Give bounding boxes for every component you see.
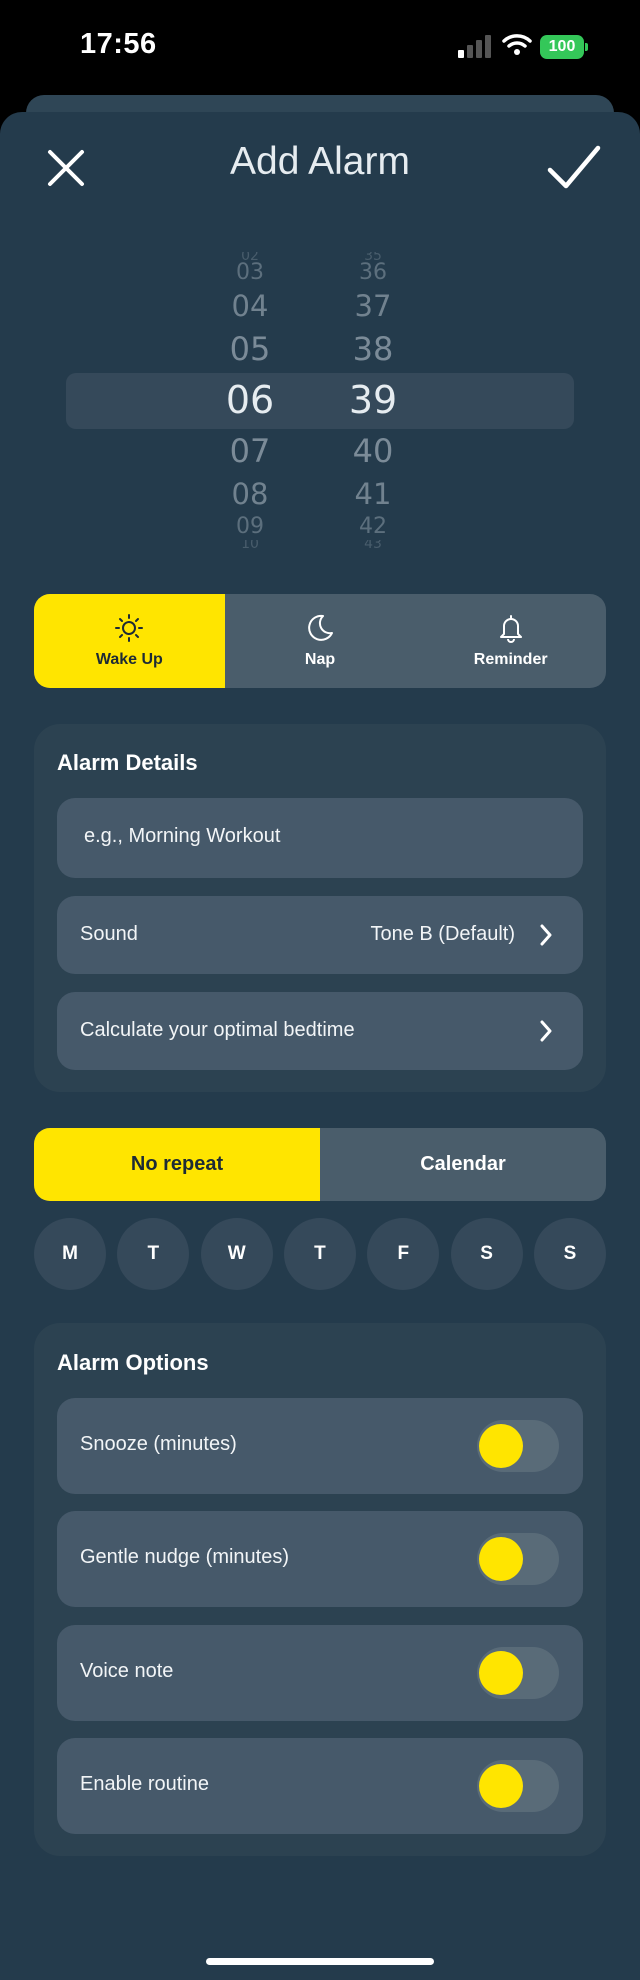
minute-option[interactable]: 35 <box>323 252 423 260</box>
hour-option[interactable]: 09 <box>200 514 300 540</box>
bell-icon <box>499 615 522 643</box>
calendar-option[interactable]: Calendar <box>320 1128 606 1201</box>
minute-option[interactable]: 41 <box>323 474 423 514</box>
sound-label: Sound <box>80 923 138 945</box>
alarm-name-field[interactable]: e.g., Morning Workout <box>57 798 583 878</box>
weekday-selector: M T W T F S S <box>34 1218 606 1290</box>
mode-label: Wake Up <box>95 651 163 668</box>
minute-option[interactable]: 39 <box>323 372 423 428</box>
enable-routine-row: Enable routine <box>57 1738 583 1834</box>
alarm-details-card: Alarm Details e.g., Morning Workout Soun… <box>34 724 606 1092</box>
chevron-right-icon <box>540 1020 552 1042</box>
status-time: 17:56 <box>80 28 157 60</box>
hour-option[interactable]: 08 <box>200 474 300 514</box>
toggle-knob <box>479 1424 523 1468</box>
moon-icon <box>308 614 333 641</box>
battery-indicator: 100 <box>540 35 584 59</box>
day-friday[interactable]: F <box>367 1218 440 1290</box>
voice-note-row: Voice note <box>57 1625 583 1721</box>
alarm-name-placeholder: e.g., Morning Workout <box>84 825 281 847</box>
option-label: Enable routine <box>80 1773 209 1795</box>
alarm-options-title: Alarm Options <box>57 1350 209 1375</box>
sound-row[interactable]: Sound Tone B (Default) <box>57 896 583 974</box>
mode-nap[interactable]: Nap <box>225 594 416 688</box>
bedtime-label: Calculate your optimal bedtime <box>80 1019 355 1041</box>
home-indicator <box>206 1958 434 1965</box>
mode-reminder[interactable]: Reminder <box>415 594 606 688</box>
minute-option[interactable]: 42 <box>323 514 423 540</box>
alarm-options-card: Alarm Options Snooze (minutes) Gentle nu… <box>34 1323 606 1856</box>
hour-option[interactable]: 06 <box>200 372 300 428</box>
hour-option[interactable]: 04 <box>200 286 300 326</box>
snooze-toggle[interactable] <box>477 1420 559 1472</box>
wifi-icon <box>502 34 532 55</box>
day-thursday[interactable]: T <box>283 1218 356 1290</box>
hour-option[interactable]: 10 <box>200 540 300 548</box>
hour-option[interactable]: 05 <box>200 326 300 372</box>
day-sunday[interactable]: S <box>533 1218 606 1290</box>
time-picker-selection-band <box>66 373 574 429</box>
minute-option[interactable]: 36 <box>323 260 423 286</box>
mode-label: Reminder <box>473 651 548 668</box>
no-repeat-option[interactable]: No repeat <box>34 1128 320 1201</box>
chevron-right-icon <box>540 924 552 946</box>
checkmark-icon[interactable] <box>546 144 602 192</box>
status-bar: 17:56 100 <box>0 0 640 95</box>
minute-option[interactable]: 40 <box>323 428 423 474</box>
minute-wheel[interactable]: 35 36 37 38 39 40 41 42 43 <box>323 252 423 548</box>
toggle-knob <box>479 1651 523 1695</box>
hour-wheel[interactable]: 02 03 04 05 06 07 08 09 10 <box>200 252 300 548</box>
option-label: Voice note <box>80 1660 174 1682</box>
alarm-type-selector: Wake Up Nap Reminder <box>34 594 606 688</box>
day-tuesday[interactable]: T <box>117 1218 190 1290</box>
sun-icon <box>115 614 144 642</box>
gentle-nudge-toggle[interactable] <box>477 1533 559 1585</box>
cellular-signal-icon <box>458 34 492 58</box>
voice-note-toggle[interactable] <box>477 1647 559 1699</box>
repeat-selector: No repeat Calendar <box>34 1128 606 1201</box>
alarm-details-title: Alarm Details <box>57 750 198 775</box>
mode-label: Nap <box>304 651 336 668</box>
battery-tip <box>585 43 588 51</box>
page-title: Add Alarm <box>230 140 410 183</box>
minute-option[interactable]: 37 <box>323 286 423 326</box>
gentle-nudge-row: Gentle nudge (minutes) <box>57 1511 583 1607</box>
day-saturday[interactable]: S <box>450 1218 523 1290</box>
day-wednesday[interactable]: W <box>200 1218 273 1290</box>
minute-option[interactable]: 38 <box>323 326 423 372</box>
minute-option[interactable]: 43 <box>323 540 423 548</box>
hour-option[interactable]: 07 <box>200 428 300 474</box>
day-monday[interactable]: M <box>34 1218 106 1290</box>
toggle-knob <box>479 1764 523 1808</box>
mode-wake-up[interactable]: Wake Up <box>34 594 225 688</box>
snooze-row: Snooze (minutes) <box>57 1398 583 1494</box>
toggle-knob <box>479 1537 523 1581</box>
hour-option[interactable]: 02 <box>200 252 300 260</box>
sound-value: Tone B (Default) <box>370 923 515 945</box>
hour-option[interactable]: 03 <box>200 260 300 286</box>
bedtime-calculator-row[interactable]: Calculate your optimal bedtime <box>57 992 583 1070</box>
enable-routine-toggle[interactable] <box>477 1760 559 1812</box>
option-label: Gentle nudge (minutes) <box>80 1546 290 1568</box>
option-label: Snooze (minutes) <box>80 1433 237 1455</box>
